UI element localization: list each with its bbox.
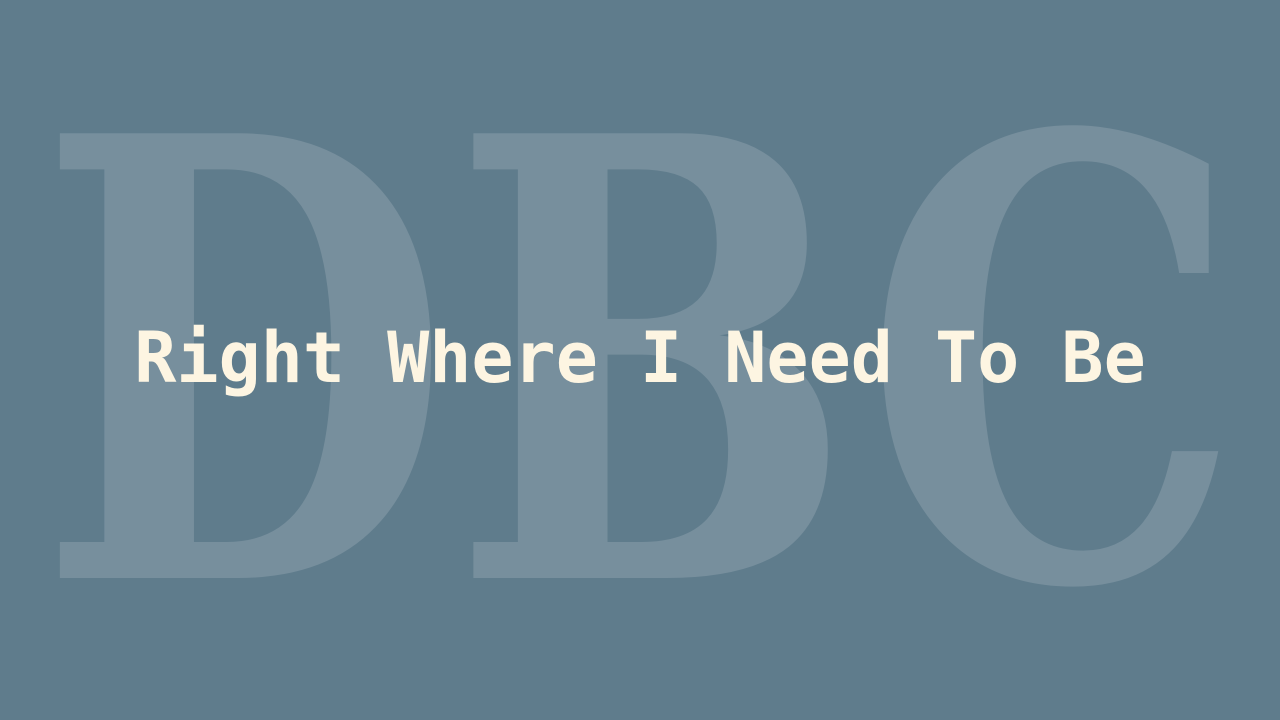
headline-title: Right Where I Need To Be bbox=[134, 317, 1146, 399]
title-card: DBC Right Where I Need To Be bbox=[0, 0, 1280, 720]
